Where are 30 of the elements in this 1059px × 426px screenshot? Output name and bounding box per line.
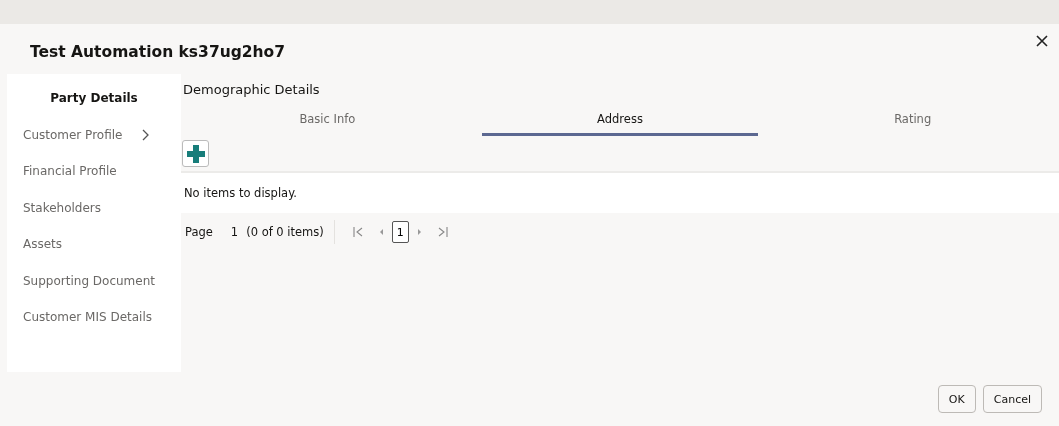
page-number-button[interactable]: 1 — [391, 221, 409, 243]
page-label: Page — [185, 225, 213, 239]
close-icon — [1036, 35, 1048, 47]
empty-message: No items to display. — [184, 186, 297, 200]
plus-icon — [185, 143, 206, 164]
previous-page-icon — [378, 227, 384, 237]
page-number: 1 — [230, 225, 239, 239]
sidebar-item[interactable]: Supporting Document — [7, 262, 181, 299]
dialog-button[interactable]: OK — [937, 385, 976, 413]
close-button[interactable] — [1035, 34, 1049, 48]
dialog-title: Test Automation ks37ug2ho7 — [30, 43, 286, 61]
first-page-icon — [352, 227, 363, 237]
next-page-icon — [416, 227, 422, 237]
tab[interactable]: Rating — [774, 104, 1051, 136]
section-title: Demographic Details — [183, 81, 321, 99]
item-count: (0 of 0 items) — [246, 225, 324, 239]
sidebar-item[interactable]: Party Details — [7, 80, 181, 117]
last-page-icon — [437, 227, 448, 237]
sidebar-item[interactable]: Financial Profile — [7, 153, 181, 190]
add-button[interactable] — [182, 140, 209, 167]
dialog-button[interactable]: Cancel — [982, 385, 1042, 413]
sidebar-item[interactable]: Customer MIS Details — [7, 299, 181, 336]
first-page-button[interactable] — [352, 225, 363, 239]
tab[interactable]: Basic Info — [189, 104, 466, 136]
tab[interactable]: Address — [482, 104, 758, 136]
sidebar-item[interactable]: Assets — [7, 226, 181, 263]
sidebar-item[interactable]: Customer Profile — [7, 116, 181, 153]
last-page-button[interactable] — [437, 225, 448, 239]
sidebar-item[interactable]: Stakeholders — [7, 189, 181, 226]
chevron-right-icon — [142, 128, 150, 141]
